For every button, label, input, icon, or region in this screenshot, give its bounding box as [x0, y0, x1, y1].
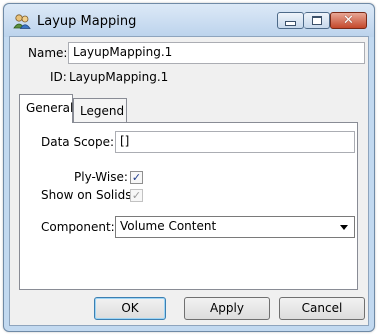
minimize-button[interactable]	[277, 12, 304, 29]
layup-mapping-dialog: Layup Mapping ✕ Name: LayupMapping.1 ID:…	[3, 3, 375, 332]
ply-wise-checkbox[interactable]: ✓	[130, 171, 143, 184]
ok-button[interactable]: OK	[94, 297, 166, 320]
app-icon	[13, 14, 31, 29]
data-scope-input[interactable]: []	[115, 131, 355, 153]
general-tab-panel: Data Scope: [] Ply-Wise: ✓ Show on Solid…	[19, 122, 358, 290]
id-value: LayupMapping.1	[69, 70, 169, 84]
component-label: Component:	[41, 220, 115, 234]
name-input[interactable]: LayupMapping.1	[68, 42, 365, 64]
id-label: ID:	[50, 70, 67, 84]
close-button[interactable]: ✕	[330, 12, 367, 29]
cancel-button[interactable]: Cancel	[279, 297, 365, 320]
minimize-icon	[285, 21, 296, 26]
show-on-solids-checkbox: ✓	[130, 189, 143, 202]
checkmark-icon: ✓	[131, 189, 142, 202]
show-on-solids-label: Show on Solids:	[41, 188, 136, 202]
title-bar[interactable]: Layup Mapping ✕	[4, 4, 374, 37]
close-icon: ✕	[343, 13, 354, 28]
ply-wise-label: Ply-Wise:	[74, 170, 128, 184]
maximize-button[interactable]	[304, 12, 330, 29]
maximize-icon	[311, 16, 322, 25]
component-selected-value: Volume Content	[120, 219, 217, 233]
data-scope-label: Data Scope:	[41, 135, 115, 149]
tab-general[interactable]: General	[19, 94, 73, 123]
window-title: Layup Mapping	[37, 14, 137, 29]
dropdown-arrow-icon	[340, 225, 348, 230]
dialog-body: Name: LayupMapping.1 ID: LayupMapping.1 …	[9, 36, 369, 326]
apply-button[interactable]: Apply	[184, 297, 270, 320]
component-dropdown[interactable]: Volume Content	[115, 216, 355, 238]
tab-legend[interactable]: Legend	[73, 98, 127, 122]
checkmark-icon: ✓	[131, 171, 142, 184]
name-label: Name:	[28, 46, 68, 60]
